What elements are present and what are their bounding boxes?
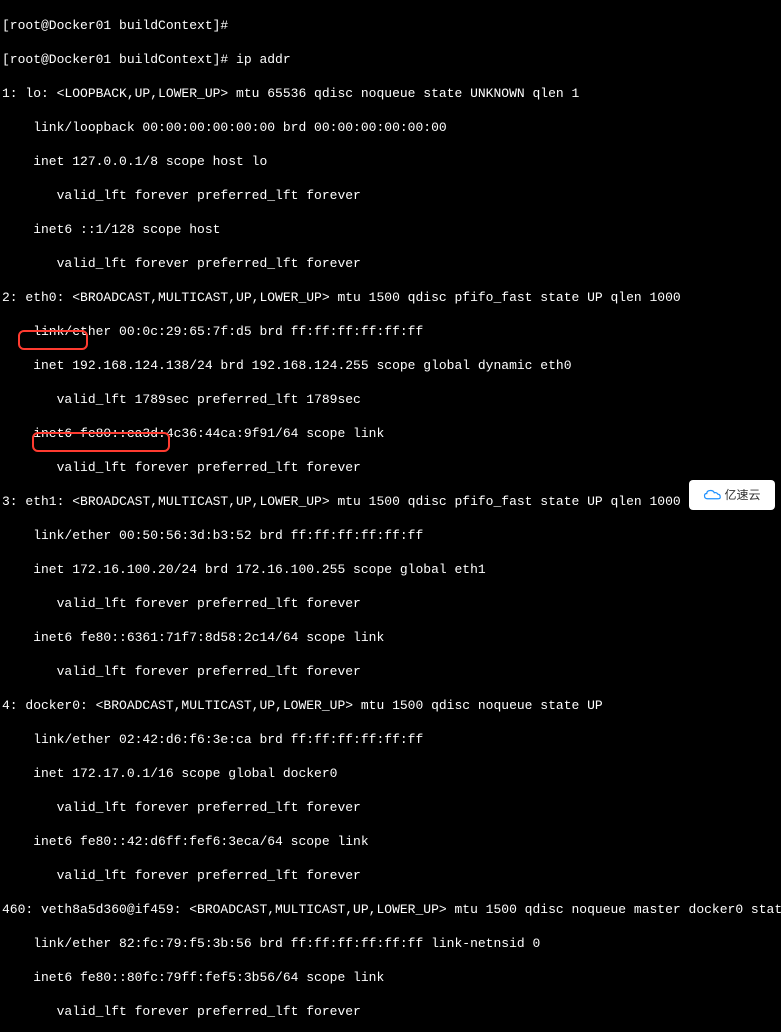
terminal-line: 3: eth1: <BROADCAST,MULTICAST,UP,LOWER_U… [2, 493, 779, 510]
terminal-line: valid_lft forever preferred_lft forever [2, 187, 779, 204]
terminal-line: valid_lft forever preferred_lft forever [2, 799, 779, 816]
terminal-output: [root@Docker01 buildContext]# [root@Dock… [0, 0, 781, 1032]
terminal-line: valid_lft forever preferred_lft forever [2, 663, 779, 680]
terminal-line: inet6 fe80::42:d6ff:fef6:3eca/64 scope l… [2, 833, 779, 850]
terminal-line: valid_lft forever preferred_lft forever [2, 867, 779, 884]
terminal-line: inet 172.16.100.20/24 brd 172.16.100.255… [2, 561, 779, 578]
watermark-text: 亿速云 [724, 487, 760, 504]
terminal-line: valid_lft forever preferred_lft forever [2, 1003, 779, 1020]
terminal-line: valid_lft forever preferred_lft forever [2, 459, 779, 476]
terminal-line: valid_lft forever preferred_lft forever [2, 255, 779, 272]
terminal-line: inet6 fe80::80fc:79ff:fef5:3b56/64 scope… [2, 969, 779, 986]
terminal-line: [root@Docker01 buildContext]# ip addr [2, 51, 779, 68]
terminal-line: inet6 fe80::ca3d:4c36:44ca:9f91/64 scope… [2, 425, 779, 442]
terminal-line: 1: lo: <LOOPBACK,UP,LOWER_UP> mtu 65536 … [2, 85, 779, 102]
terminal-line: link/ether 00:0c:29:65:7f:d5 brd ff:ff:f… [2, 323, 779, 340]
terminal-line: inet 192.168.124.138/24 brd 192.168.124.… [2, 357, 779, 374]
terminal-line: inet6 fe80::6361:71f7:8d58:2c14/64 scope… [2, 629, 779, 646]
terminal-line: 460: veth8a5d360@if459: <BROADCAST,MULTI… [2, 901, 779, 918]
terminal-line: link/ether 82:fc:79:f5:3b:56 brd ff:ff:f… [2, 935, 779, 952]
terminal-line: link/ether 02:42:d6:f6:3e:ca brd ff:ff:f… [2, 731, 779, 748]
terminal-line: 4: docker0: <BROADCAST,MULTICAST,UP,LOWE… [2, 697, 779, 714]
terminal-line: 2: eth0: <BROADCAST,MULTICAST,UP,LOWER_U… [2, 289, 779, 306]
terminal-line: inet 172.17.0.1/16 scope global docker0 [2, 765, 779, 782]
terminal-line: inet6 ::1/128 scope host [2, 221, 779, 238]
terminal-line: valid_lft forever preferred_lft forever [2, 595, 779, 612]
watermark-logo: 亿速云 [689, 480, 775, 510]
terminal-line: inet 127.0.0.1/8 scope host lo [2, 153, 779, 170]
terminal-line: valid_lft 1789sec preferred_lft 1789sec [2, 391, 779, 408]
terminal-line: link/loopback 00:00:00:00:00:00 brd 00:0… [2, 119, 779, 136]
cloud-icon [703, 488, 721, 502]
terminal-line: link/ether 00:50:56:3d:b3:52 brd ff:ff:f… [2, 527, 779, 544]
terminal-line: [root@Docker01 buildContext]# [2, 17, 779, 34]
